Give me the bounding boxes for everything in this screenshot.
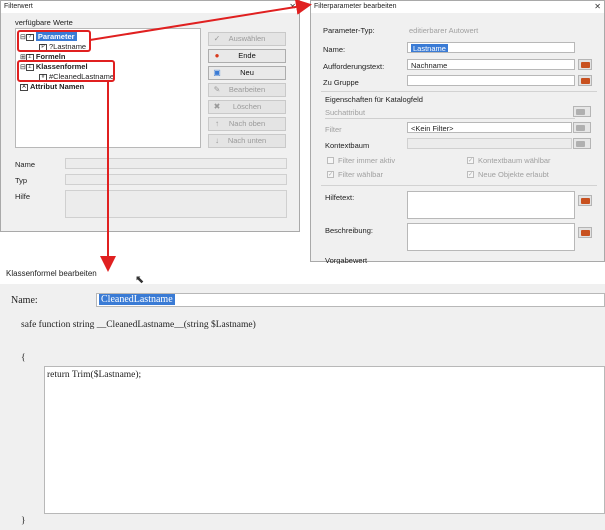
annotation-arrows — [89, 0, 312, 272]
arrow-to-filterparam — [89, 0, 312, 41]
